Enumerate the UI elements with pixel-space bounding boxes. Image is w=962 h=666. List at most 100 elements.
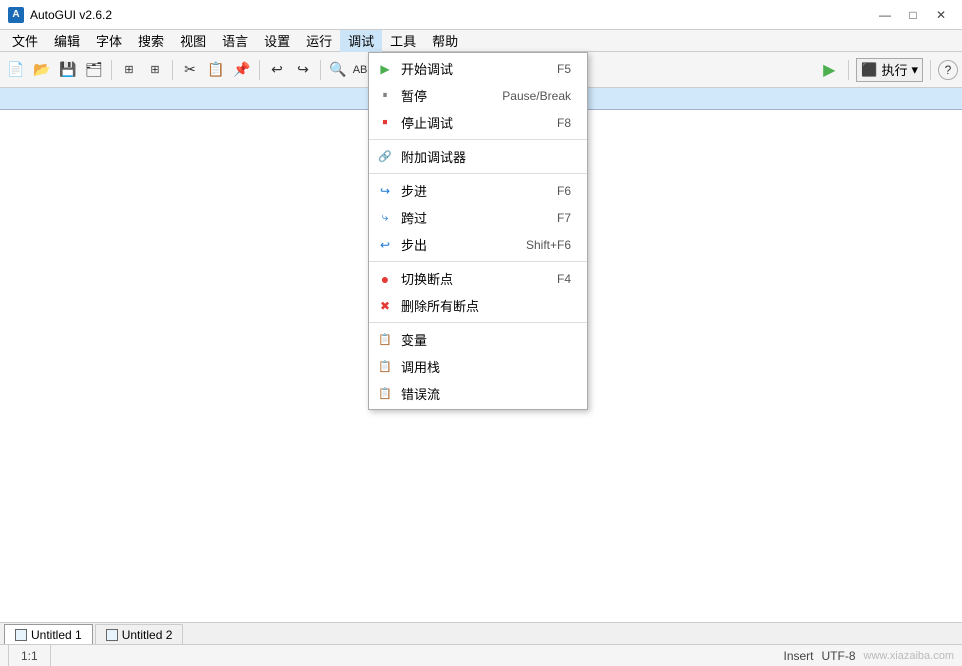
toolbar-right: ▶ ⬛ 执行 ▾ ? <box>817 58 958 82</box>
attach-icon: 🔗 <box>377 149 393 165</box>
toolbar-run[interactable]: ▶ <box>817 58 841 82</box>
delete-bp-icon: ✖ <box>377 298 393 314</box>
toggle-bp-icon: ● <box>377 271 393 287</box>
toolbar-sep-5 <box>848 60 849 80</box>
status-mode: Insert <box>784 649 814 663</box>
toolbar-btn-5[interactable]: ⊞ <box>117 58 141 82</box>
tab-untitled1[interactable]: Untitled 1 <box>4 624 93 644</box>
minimize-button[interactable]: — <box>872 6 898 24</box>
debug-attach[interactable]: 🔗 附加调试器 <box>369 143 587 170</box>
title-bar: A AutoGUI v2.6.2 — □ ✕ <box>0 0 962 30</box>
debug-delete-bp[interactable]: ✖ 删除所有断点 <box>369 292 587 319</box>
errorstream-icon: 📋 <box>377 386 393 402</box>
app-title: AutoGUI v2.6.2 <box>30 8 112 22</box>
step-into-label: 步进 <box>401 181 427 200</box>
toolbar-sep-6 <box>930 60 931 80</box>
debug-step-into[interactable]: ↪ 步进 F6 <box>369 177 587 204</box>
variables-icon: 📋 <box>377 332 393 348</box>
toolbar-new[interactable]: 📄 <box>4 58 28 82</box>
menu-view[interactable]: 视图 <box>172 30 214 52</box>
callstack-label: 调用栈 <box>401 357 440 376</box>
step-out-shortcut: Shift+F6 <box>496 238 571 252</box>
toolbar-open[interactable]: 📂 <box>30 58 54 82</box>
errorstream-label: 错误流 <box>401 384 440 403</box>
toolbar-paste[interactable]: 📌 <box>230 58 254 82</box>
exec-icon: ⬛ <box>861 62 877 78</box>
debug-stop[interactable]: ⏹ 停止调试 F8 <box>369 109 587 136</box>
start-debug-shortcut: F5 <box>527 62 571 76</box>
debug-step-out[interactable]: ↩ 步出 Shift+F6 <box>369 231 587 258</box>
stop-debug-icon: ⏹ <box>377 115 393 131</box>
debug-variables[interactable]: 📋 变量 <box>369 326 587 353</box>
step-out-label: 步出 <box>401 235 427 254</box>
window-controls: — □ ✕ <box>872 6 954 24</box>
menu-sep-4 <box>369 322 587 323</box>
stop-debug-label: 停止调试 <box>401 113 453 132</box>
toolbar-cut[interactable]: ✂ <box>178 58 202 82</box>
toolbar-sep-2 <box>172 60 173 80</box>
tab-untitled2[interactable]: Untitled 2 <box>95 624 184 644</box>
menu-search[interactable]: 搜索 <box>130 30 172 52</box>
status-position: 1:1 <box>8 645 51 666</box>
menu-language[interactable]: 语言 <box>214 30 256 52</box>
exec-label: 执行 <box>881 60 907 79</box>
stop-debug-shortcut: F8 <box>527 116 571 130</box>
debug-dropdown-menu: ▶ 开始调试 F5 ⏸ 暂停 Pause/Break ⏹ 停止调试 F8 🔗 附… <box>368 52 588 410</box>
status-bar: 1:1 Insert UTF-8 www.xiazaiba.com <box>0 644 962 666</box>
step-into-icon: ↪ <box>377 183 393 199</box>
maximize-button[interactable]: □ <box>900 6 926 24</box>
step-over-icon: ⤷ <box>377 210 393 226</box>
menu-font[interactable]: 字体 <box>88 30 130 52</box>
pause-shortcut: Pause/Break <box>472 89 571 103</box>
menu-run[interactable]: 运行 <box>298 30 340 52</box>
toolbar-undo[interactable]: ↩ <box>265 58 289 82</box>
step-out-icon: ↩ <box>377 237 393 253</box>
step-into-shortcut: F6 <box>527 184 571 198</box>
tab1-label: Untitled 1 <box>31 628 82 642</box>
toggle-bp-label: 切换断点 <box>401 269 453 288</box>
menu-edit[interactable]: 编辑 <box>46 30 88 52</box>
step-over-shortcut: F7 <box>527 211 571 225</box>
title-bar-left: A AutoGUI v2.6.2 <box>8 7 112 23</box>
start-debug-icon: ▶ <box>377 61 393 77</box>
toggle-bp-shortcut: F4 <box>527 272 571 286</box>
variables-label: 变量 <box>401 330 427 349</box>
debug-pause[interactable]: ⏸ 暂停 Pause/Break <box>369 82 587 109</box>
menu-debug[interactable]: 调试 <box>340 30 382 52</box>
toolbar-copy[interactable]: 📋 <box>204 58 228 82</box>
menu-settings[interactable]: 设置 <box>256 30 298 52</box>
tab2-icon <box>106 629 118 641</box>
menu-sep-3 <box>369 261 587 262</box>
menu-help[interactable]: 帮助 <box>424 30 466 52</box>
watermark: www.xiazaiba.com <box>864 650 954 662</box>
toolbar-sep-3 <box>259 60 260 80</box>
debug-toggle-bp[interactable]: ● 切换断点 F4 <box>369 265 587 292</box>
debug-start[interactable]: ▶ 开始调试 F5 <box>369 55 587 82</box>
toolbar-save-all[interactable]: 🗂 <box>82 58 106 82</box>
delete-bp-label: 删除所有断点 <box>401 296 479 315</box>
debug-step-over[interactable]: ⤷ 跨过 F7 <box>369 204 587 231</box>
tab1-icon <box>15 629 27 641</box>
status-right: Insert UTF-8 www.xiazaiba.com <box>784 649 955 663</box>
bottom-tab-bar: Untitled 1 Untitled 2 <box>0 622 962 644</box>
pause-label: 暂停 <box>401 86 427 105</box>
menu-file[interactable]: 文件 <box>4 30 46 52</box>
toolbar-find[interactable]: 🔍 <box>326 58 350 82</box>
menu-bar: 文件 编辑 字体 搜索 视图 语言 设置 运行 调试 工具 帮助 <box>0 30 962 52</box>
toolbar-sep-1 <box>111 60 112 80</box>
menu-sep-1 <box>369 139 587 140</box>
exec-dropdown-icon: ▾ <box>911 62 918 78</box>
start-debug-label: 开始调试 <box>401 59 453 78</box>
debug-errorstream[interactable]: 📋 错误流 <box>369 380 587 407</box>
toolbar-save[interactable]: 💾 <box>56 58 80 82</box>
toolbar-redo[interactable]: ↪ <box>291 58 315 82</box>
callstack-icon: 📋 <box>377 359 393 375</box>
debug-callstack[interactable]: 📋 调用栈 <box>369 353 587 380</box>
toolbar-btn-6[interactable]: ⊞ <box>143 58 167 82</box>
menu-tools[interactable]: 工具 <box>382 30 424 52</box>
exec-button[interactable]: ⬛ 执行 ▾ <box>856 58 923 82</box>
status-encoding: UTF-8 <box>822 649 856 663</box>
help-button[interactable]: ? <box>938 60 958 80</box>
close-button[interactable]: ✕ <box>928 6 954 24</box>
menu-sep-2 <box>369 173 587 174</box>
